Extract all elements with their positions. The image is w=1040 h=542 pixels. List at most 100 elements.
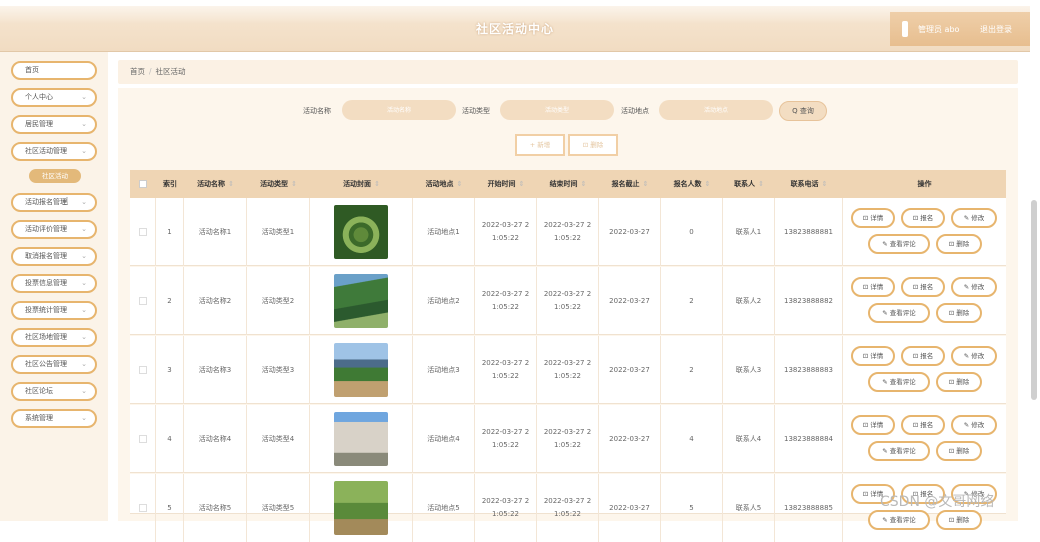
breadcrumb-separator: / [149, 67, 152, 76]
sort-icon: ⇕ [704, 180, 711, 188]
delete-button[interactable]: ⊡ 删除 [936, 303, 982, 323]
sidebar-item-10[interactable]: 社区公告管理 ⌄ [11, 355, 97, 374]
row-checkbox[interactable] [138, 366, 147, 374]
cell-count: 2 [661, 267, 723, 335]
view-review-button[interactable]: ✎ 查看评论 [868, 303, 930, 323]
watermark: CSDN @文哥网络 [880, 494, 995, 510]
cell-deadline: 2022-03-27 [599, 474, 661, 542]
sidebar-item-4[interactable]: 活动报名管理 ⌄ [11, 193, 97, 212]
delete-button[interactable]: ⊡ 删除 [936, 372, 982, 392]
delete-button[interactable]: ⊡ 删除 [936, 441, 982, 461]
sidebar-item-1[interactable]: 个人中心 ⌄ [11, 88, 97, 107]
chevron-down-icon: ⌄ [81, 360, 87, 368]
row-checkbox[interactable] [138, 504, 147, 512]
cell-start: 2022-03-27 21:05:22 [475, 198, 537, 266]
cell-index: 5 [156, 474, 184, 542]
cover-cell [310, 405, 413, 473]
chevron-down-icon: ⌄ [81, 414, 87, 422]
row-checkbox[interactable] [138, 297, 147, 305]
sort-icon: ⇕ [456, 180, 463, 188]
bulk-delete-button[interactable]: ⊡ 删除 [568, 134, 618, 156]
column-header-4[interactable]: 活动地点 ⇕ [413, 170, 475, 198]
signup-button[interactable]: ⊡ 报名 [901, 208, 945, 228]
signup-button[interactable]: ⊡ 报名 [901, 277, 945, 297]
delete-button[interactable]: ⊡ 删除 [936, 234, 982, 254]
activity-name-input[interactable] [342, 100, 456, 120]
sidebar-item-7[interactable]: 投票信息管理 ⌄ [11, 274, 97, 293]
column-header-8[interactable]: 报名人数 ⇕ [661, 170, 723, 198]
edit-button[interactable]: ✎ 修改 [951, 346, 997, 366]
logout-link[interactable]: 退出登录 [980, 24, 1012, 35]
column-header-5[interactable]: 开始时间 ⇕ [475, 170, 537, 198]
view-review-button[interactable]: ✎ 查看评论 [868, 372, 930, 392]
column-header-10[interactable]: 联系电话 ⇕ [775, 170, 843, 198]
sidebar-item-3[interactable]: 社区活动管理 ⌄ [11, 142, 97, 161]
activity-cover-image [334, 205, 388, 259]
cell-phone: 13823888884 [775, 405, 843, 473]
column-header-3[interactable]: 活动封面 ⇕ [310, 170, 413, 198]
detail-button[interactable]: ⊡ 详情 [851, 415, 895, 435]
sidebar-item-label: 个人中心 [25, 93, 53, 101]
query-button[interactable]: Q 查询 [779, 101, 827, 121]
activity-type-input[interactable] [500, 100, 614, 120]
cell-contact: 联系人5 [723, 474, 775, 542]
cover-cell [310, 267, 413, 335]
signup-button[interactable]: ⊡ 报名 [901, 346, 945, 366]
sidebar-item-12[interactable]: 系统管理 ⌄ [11, 409, 97, 428]
sidebar-item-2[interactable]: 居民管理 ⌄ [11, 115, 97, 134]
column-header-6[interactable]: 结束时间 ⇕ [537, 170, 599, 198]
chevron-down-icon: ⌄ [81, 198, 87, 206]
cell-count: 0 [661, 198, 723, 266]
column-header-label: 开始时间 [487, 180, 516, 188]
view-review-button[interactable]: ✎ 查看评论 [868, 510, 930, 530]
cell-name: 活动名称4 [184, 405, 247, 473]
edit-button[interactable]: ✎ 修改 [951, 415, 997, 435]
column-header-9[interactable]: 联系人 ⇕ [723, 170, 775, 198]
detail-button[interactable]: ⊡ 详情 [851, 208, 895, 228]
sidebar-item-9[interactable]: 社区场地管理 ⌄ [11, 328, 97, 347]
sort-icon: ⇕ [518, 180, 525, 188]
cell-start: 2022-03-27 21:05:22 [475, 336, 537, 404]
sidebar-item-8[interactable]: 投票统计管理 ⌄ [11, 301, 97, 320]
sidebar-item-11[interactable]: 社区论坛 ⌄ [11, 382, 97, 401]
row-checkbox[interactable] [138, 228, 147, 236]
cell-index: 1 [156, 198, 184, 266]
sidebar-item-5[interactable]: 活动评价管理 ⌄ [11, 220, 97, 239]
cell-type: 活动类型5 [247, 474, 310, 542]
view-review-button[interactable]: ✎ 查看评论 [868, 441, 930, 461]
detail-button[interactable]: ⊡ 详情 [851, 346, 895, 366]
column-header-7[interactable]: 报名截止 ⇕ [599, 170, 661, 198]
chevron-down-icon: ⌄ [81, 93, 87, 101]
delete-button[interactable]: ⊡ 删除 [936, 510, 982, 530]
edit-button[interactable]: ✎ 修改 [951, 208, 997, 228]
edit-button[interactable]: ✎ 修改 [951, 277, 997, 297]
column-header-1[interactable]: 活动名称 ⇕ [184, 170, 247, 198]
column-header-2[interactable]: 活动类型 ⇕ [247, 170, 310, 198]
sidebar-item-6[interactable]: 取消报名管理 ⌄ [11, 247, 97, 266]
table-row: 3 活动名称3 活动类型3 活动地点3 2022-03-27 21:05:22 2022-… [130, 336, 1006, 404]
row-select-cell [130, 267, 156, 335]
vertical-scrollbar[interactable] [1031, 200, 1037, 400]
column-header-label: 索引 [163, 180, 177, 188]
sort-icon: ⇕ [374, 180, 380, 188]
row-operations: ⊡ 详情 ⊡ 报名 ✎ 修改 ✎ 查看评论 ⊡ 删除 [843, 405, 1006, 473]
cell-index: 4 [156, 405, 184, 473]
column-header-label: 操作 [917, 180, 932, 188]
signup-button[interactable]: ⊡ 报名 [901, 415, 945, 435]
add-button[interactable]: + 新增 [515, 134, 565, 156]
activity-place-label: 活动地点 [621, 107, 649, 115]
select-all-checkbox[interactable] [139, 180, 147, 188]
cell-place: 活动地点1 [413, 198, 475, 266]
row-checkbox[interactable] [138, 435, 147, 443]
cell-start: 2022-03-27 21:05:22 [475, 474, 537, 542]
view-review-button[interactable]: ✎ 查看评论 [868, 234, 930, 254]
column-header-label: 联系电话 [790, 180, 819, 188]
detail-button[interactable]: ⊡ 详情 [851, 277, 895, 297]
cell-name: 活动名称5 [184, 474, 247, 542]
chevron-down-icon: ⌄ [81, 279, 87, 287]
sidebar-subitem-community-activity[interactable]: 社区活动 [29, 169, 81, 183]
cell-type: 活动类型4 [247, 405, 310, 473]
breadcrumb-home[interactable]: 首页 [130, 67, 145, 76]
activity-place-input[interactable] [659, 100, 773, 120]
sidebar-item-0[interactable]: 首页 [11, 61, 97, 80]
